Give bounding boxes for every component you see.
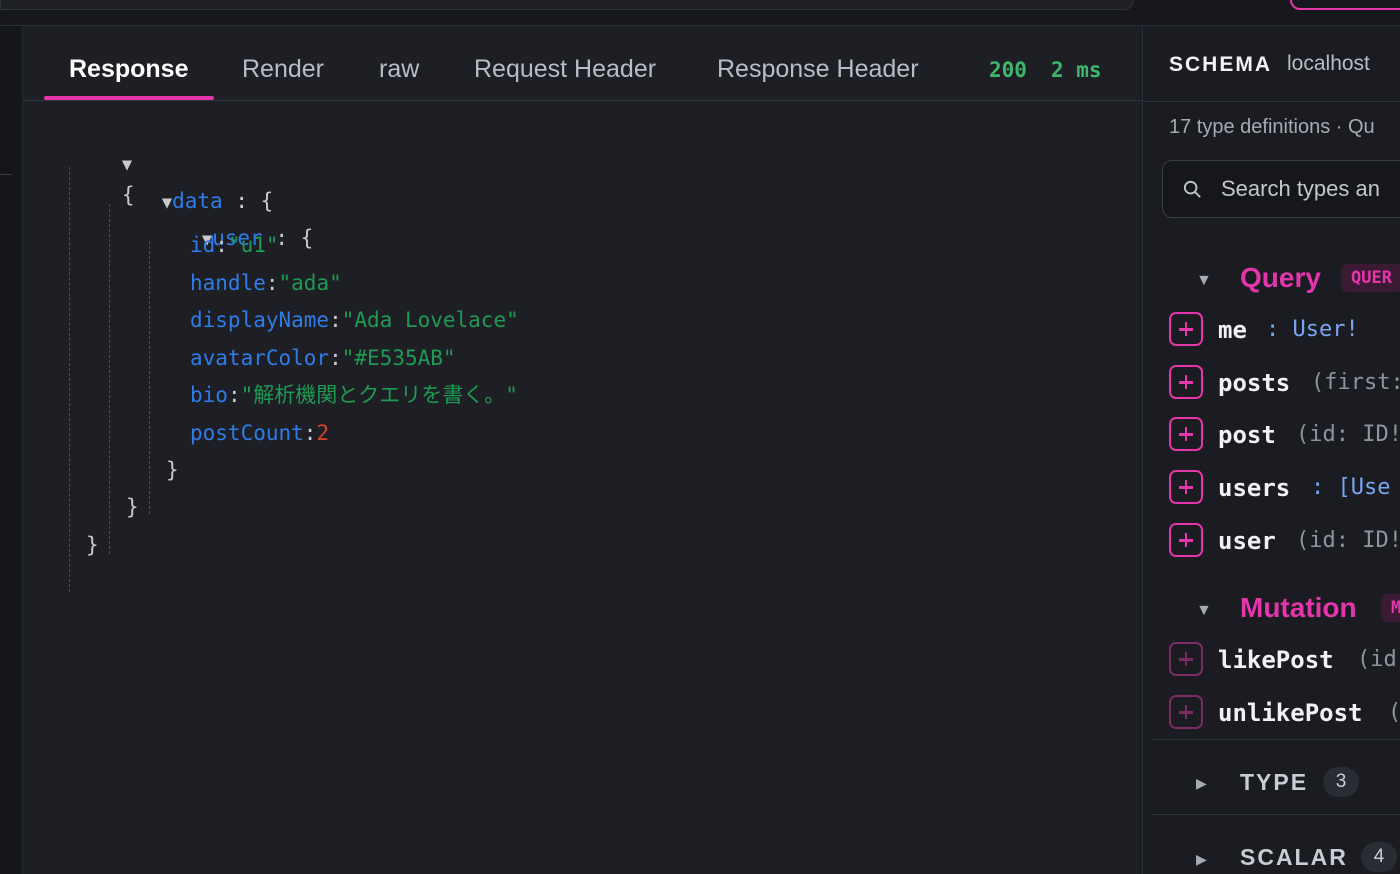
section-divider — [1151, 739, 1400, 740]
triangle-down-icon[interactable]: ▼ — [1196, 602, 1212, 620]
json-colon: : — [227, 383, 241, 407]
schema-summary: 17 type definitions · Qu — [1169, 116, 1375, 138]
field-signature: : User! — [1266, 317, 1359, 342]
plus-icon[interactable] — [1169, 695, 1203, 729]
field-signature: (id: ID! — [1296, 528, 1400, 553]
search-icon — [1183, 180, 1201, 198]
field-name[interactable]: me — [1218, 316, 1247, 344]
close-brace: } — [126, 495, 139, 519]
plus-icon[interactable] — [1169, 312, 1203, 346]
json-close-user: } — [166, 455, 179, 485]
json-key: postCount — [190, 421, 304, 445]
json-tree: ▼ { ▼data : { ▼user : { id:"u1" handle:"… — [23, 101, 1142, 874]
section-count-type: 3 — [1323, 767, 1359, 797]
json-string-value: "ada" — [278, 271, 342, 295]
active-tab-indicator — [44, 96, 214, 100]
response-panel: Response Render raw Request Header Respo… — [23, 26, 1142, 874]
gutter-divider — [0, 174, 12, 175]
json-colon: : — [329, 346, 342, 370]
tab-response[interactable]: Response — [69, 55, 188, 84]
json-key: handle — [190, 271, 266, 295]
field-signature: : [Use — [1311, 475, 1391, 500]
field-signature: (first: — [1311, 370, 1400, 395]
json-string-value: "u1" — [227, 233, 279, 257]
field-signature: (id: ID! — [1296, 422, 1400, 447]
response-time: 2 ms — [1051, 58, 1102, 82]
json-colon: : — [215, 233, 228, 257]
group-badge-mutation: M — [1381, 594, 1400, 622]
run-button-edge[interactable] — [1290, 0, 1400, 10]
field-name[interactable]: posts — [1218, 369, 1290, 397]
json-colon: : — [303, 421, 317, 445]
json-key: bio — [190, 383, 228, 407]
group-title-query[interactable]: Query — [1240, 262, 1321, 294]
indent-guide — [109, 204, 110, 554]
section-divider — [1151, 814, 1400, 815]
field-signature: ( — [1388, 700, 1400, 725]
section-title-type[interactable]: TYPE — [1240, 769, 1308, 796]
json-field-bio: bio:"解析機関とクエリを書く。" — [190, 380, 518, 410]
field-name[interactable]: likePost — [1218, 646, 1334, 674]
section-count-scalar: 4 — [1361, 842, 1397, 872]
section-title-scalar[interactable]: SCALAR — [1240, 844, 1348, 871]
json-field-id: id:"u1" — [190, 230, 279, 260]
field-name[interactable]: unlikePost — [1218, 699, 1363, 727]
json-field-handle: handle:"ada" — [190, 268, 342, 298]
tab-raw[interactable]: raw — [379, 55, 419, 84]
json-root-line: ▼ { — [46, 118, 135, 207]
json-key: displayName — [190, 308, 330, 332]
plus-icon[interactable] — [1169, 470, 1203, 504]
status-code: 200 — [989, 58, 1027, 82]
plus-icon[interactable] — [1169, 523, 1203, 557]
search-input[interactable] — [1221, 173, 1400, 205]
json-colon: : — [265, 271, 279, 295]
plus-icon[interactable] — [1169, 365, 1203, 399]
json-string-value: "Ada Lovelace" — [341, 308, 519, 332]
triangle-down-icon[interactable]: ▼ — [1196, 272, 1212, 290]
tab-request-header[interactable]: Request Header — [474, 55, 656, 84]
group-title-mutation[interactable]: Mutation — [1240, 592, 1357, 624]
field-signature: (id — [1357, 647, 1397, 672]
field-name[interactable]: users — [1218, 474, 1290, 502]
json-string-value: "#E535AB" — [341, 346, 456, 370]
triangle-right-icon[interactable]: ▶ — [1196, 775, 1207, 792]
json-close-data: } — [126, 492, 139, 522]
close-brace: } — [86, 533, 99, 557]
field-name[interactable]: post — [1218, 421, 1276, 449]
json-key: avatarColor — [190, 346, 330, 370]
left-gutter — [0, 26, 23, 874]
group-badge-query: QUER — [1341, 264, 1400, 292]
json-field-postcount: postCount:2 — [190, 418, 329, 448]
schema-host: localhost — [1287, 52, 1370, 75]
plus-icon[interactable] — [1169, 642, 1203, 676]
schema-title: SCHEMA — [1169, 53, 1273, 76]
response-tabs: Response Render raw Request Header Respo… — [23, 26, 1142, 101]
json-node-data: ▼data : { — [86, 156, 273, 213]
json-field-avatarcolor: avatarColor:"#E535AB" — [190, 343, 456, 373]
json-close-root: } — [86, 530, 99, 560]
close-brace: } — [166, 458, 179, 482]
json-string-value: "解析機関とクエリを書く。" — [240, 383, 518, 407]
json-key: id — [190, 233, 216, 257]
tab-response-header[interactable]: Response Header — [717, 55, 919, 84]
plus-icon[interactable] — [1169, 417, 1203, 451]
field-name[interactable]: user — [1218, 527, 1276, 555]
schema-header: SCHEMA localhost — [1143, 26, 1400, 102]
json-field-displayname: displayName:"Ada Lovelace" — [190, 305, 519, 335]
schema-panel: SCHEMA localhost 17 type definitions · Q… — [1142, 26, 1400, 874]
tab-render[interactable]: Render — [242, 55, 324, 84]
json-colon: : — [329, 308, 342, 332]
top-bar — [0, 0, 1400, 26]
triangle-right-icon[interactable]: ▶ — [1196, 851, 1207, 868]
open-brace: { — [300, 226, 314, 250]
json-node-user: ▼user : { — [126, 193, 313, 250]
json-number-value: 2 — [316, 421, 330, 445]
query-editor-edge[interactable] — [0, 0, 1134, 10]
schema-search[interactable] — [1162, 160, 1400, 218]
